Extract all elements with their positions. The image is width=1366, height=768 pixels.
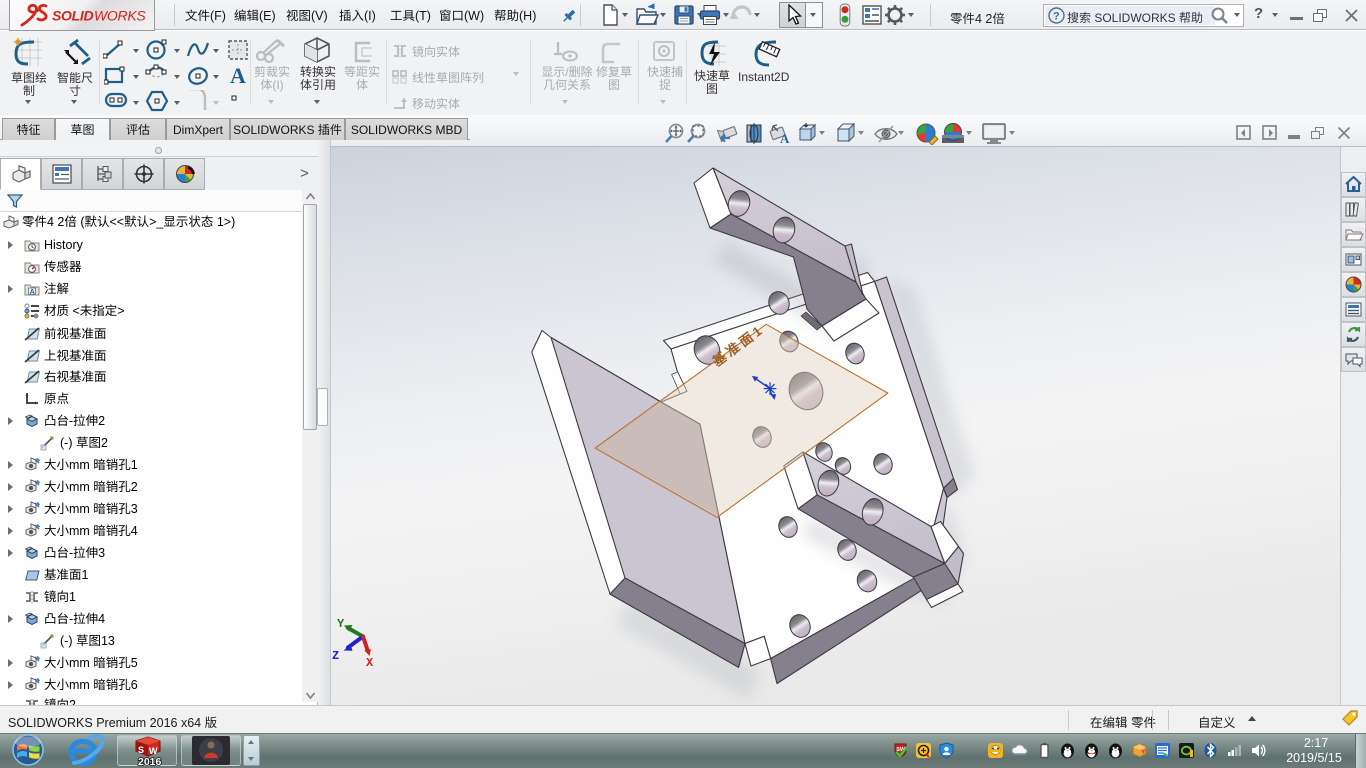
svg-text:W: W <box>149 746 158 756</box>
svg-text:Y: Y <box>337 617 345 631</box>
svg-text:Z: Z <box>332 649 339 663</box>
svg-text:2016: 2016 <box>138 756 162 767</box>
svg-text:A: A <box>230 64 246 86</box>
svg-text:WORKS: WORKS <box>94 8 146 24</box>
svg-text:?: ? <box>1053 11 1060 23</box>
svg-text:S: S <box>138 745 144 755</box>
svg-text:SOLID: SOLID <box>52 8 93 24</box>
svg-text:A: A <box>780 131 790 145</box>
svg-text:X: X <box>366 656 374 670</box>
svg-text:A: A <box>30 287 36 296</box>
